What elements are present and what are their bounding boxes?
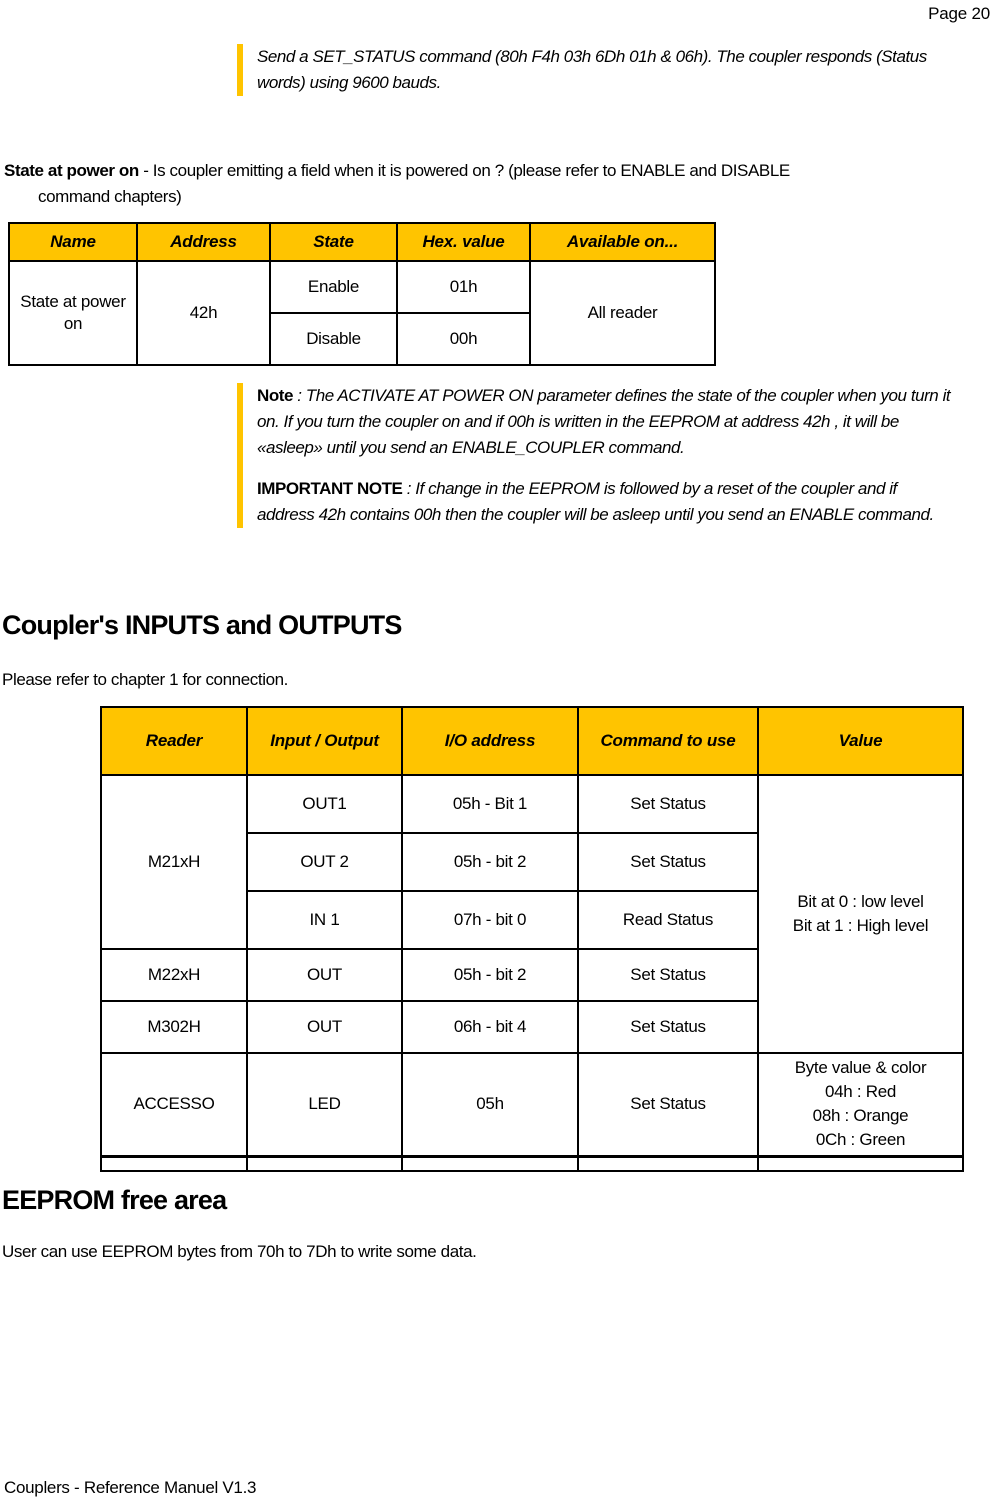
cell-io-in1: IN 1	[246, 890, 403, 950]
value-bit-0-text: Bit at 0 : low level	[797, 891, 924, 911]
cell-address: 42h	[136, 260, 271, 366]
cell-available-on: All reader	[529, 260, 716, 366]
column-header-hex-value: Hex. value	[396, 222, 531, 262]
state-at-power-on-table: Name Address State Hex. value Available …	[8, 222, 716, 366]
cell-command-out1: Set Status	[577, 774, 759, 834]
coupler-inputs-outputs-table: Reader Input / Output I/O address Comman…	[100, 706, 964, 1172]
column-header-input-output: Input / Output	[246, 706, 403, 776]
refer-to-chapter-text: Please refer to chapter 1 for connection…	[2, 670, 288, 689]
column-header-name: Name	[8, 222, 138, 262]
table-header-row: Reader Input / Output I/O address Comman…	[100, 706, 964, 776]
value-color-green: 0Ch : Green	[815, 1130, 906, 1150]
table-header-row: Name Address State Hex. value Available …	[8, 222, 716, 262]
cell-command-out2: Set Status	[577, 832, 759, 892]
note-body: : The ACTIVATE AT POWER ON parameter def…	[257, 386, 951, 457]
table-row-stub	[100, 1154, 964, 1172]
cell-command-m22-out: Set Status	[577, 948, 759, 1002]
stub-cell-1	[100, 1154, 248, 1172]
note-callout: Note : The ACTIVATE AT POWER ON paramete…	[237, 383, 957, 529]
cell-address-m302-out: 06h - bit 4	[401, 1000, 579, 1054]
cell-reader-m21xh: M21xH	[100, 774, 248, 950]
cell-address-out1: 05h - Bit 1	[401, 774, 579, 834]
stub-cell-3	[401, 1154, 579, 1172]
value-bit-1-text: Bit at 1 : High level	[792, 916, 929, 935]
value-color-red: 04h : Red	[824, 1082, 897, 1102]
document-footer: Couplers - Reference Manuel V1.3	[4, 1478, 257, 1497]
cell-reader-m22xh: M22xH	[100, 948, 248, 1002]
cell-address-out2: 05h - bit 2	[401, 832, 579, 892]
column-header-available-on: Available on...	[529, 222, 716, 262]
page-number-header: Page 20	[928, 4, 990, 23]
send-command-text: Send a SET_STATUS command (80h F4h 03h 6…	[257, 47, 927, 92]
important-note-paragraph: IMPORTANT NOTE : If change in the EEPROM…	[257, 476, 957, 528]
cell-state-disable: Disable	[269, 312, 398, 366]
state-at-power-on-paragraph: State at power on - Is coupler emitting …	[4, 158, 1000, 209]
cell-io-out2: OUT 2	[246, 832, 403, 892]
cell-value-bit-levels: Bit at 0 : low level Bit at 1 : High lev…	[757, 774, 964, 1054]
cell-value-led-colors: Byte value & color 04h : Red 08h : Orang…	[757, 1052, 964, 1157]
important-note-label: IMPORTANT NOTE	[257, 479, 403, 499]
eeprom-free-area-text: User can use EEPROM bytes from 70h to 7D…	[2, 1242, 477, 1261]
column-header-address: Address	[136, 222, 271, 262]
column-header-reader: Reader	[100, 706, 248, 776]
column-header-value: Value	[757, 706, 964, 776]
send-command-callout: Send a SET_STATUS command (80h F4h 03h 6…	[237, 44, 937, 96]
cell-name: State at power on	[8, 260, 138, 366]
stub-cell-2	[246, 1154, 403, 1172]
value-color-orange: 08h : Orange	[812, 1106, 909, 1126]
cell-io-m302-out: OUT	[246, 1000, 403, 1054]
section-heading-eeprom-free-area: EEPROM free area	[2, 1185, 227, 1215]
column-header-io-address: I/O address	[401, 706, 579, 776]
cell-hex-disable: 00h	[396, 312, 531, 366]
state-at-power-on-continuation: command chapters)	[38, 186, 182, 206]
cell-io-led: LED	[246, 1052, 403, 1157]
state-at-power-on-label: State at power on	[4, 161, 139, 180]
table-row: ACCESSO LED 05h Set Status Byte value & …	[100, 1052, 964, 1157]
state-at-power-on-description: - Is coupler emitting a field when it is…	[138, 161, 790, 180]
column-header-command-to-use: Command to use	[577, 706, 759, 776]
cell-address-led: 05h	[401, 1052, 579, 1157]
cell-command-led: Set Status	[577, 1052, 759, 1157]
section-heading-inputs-outputs: Coupler's INPUTS and OUTPUTS	[2, 610, 402, 640]
cell-address-m22-out: 05h - bit 2	[401, 948, 579, 1002]
cell-reader-m302h: M302H	[100, 1000, 248, 1054]
cell-address-in1: 07h - bit 0	[401, 890, 579, 950]
cell-reader-accesso: ACCESSO	[100, 1052, 248, 1157]
cell-hex-enable: 01h	[396, 260, 531, 314]
table-row: State at power on 42h Enable 01h All rea…	[8, 260, 716, 366]
cell-command-in1: Read Status	[577, 890, 759, 950]
stub-cell-4	[577, 1154, 759, 1172]
value-byte-color-title: Byte value & color	[794, 1058, 927, 1077]
cell-state-enable: Enable	[269, 260, 398, 314]
note-paragraph: Note : The ACTIVATE AT POWER ON paramete…	[257, 383, 957, 460]
stub-cell-5	[757, 1154, 964, 1172]
cell-command-m302-out: Set Status	[577, 1000, 759, 1054]
note-label: Note	[257, 386, 293, 405]
cell-io-m22-out: OUT	[246, 948, 403, 1002]
column-header-state: State	[269, 222, 398, 262]
cell-io-out1: OUT1	[246, 774, 403, 834]
table-row: M21xH OUT1 05h - Bit 1 Set Status Bit at…	[100, 774, 964, 1054]
